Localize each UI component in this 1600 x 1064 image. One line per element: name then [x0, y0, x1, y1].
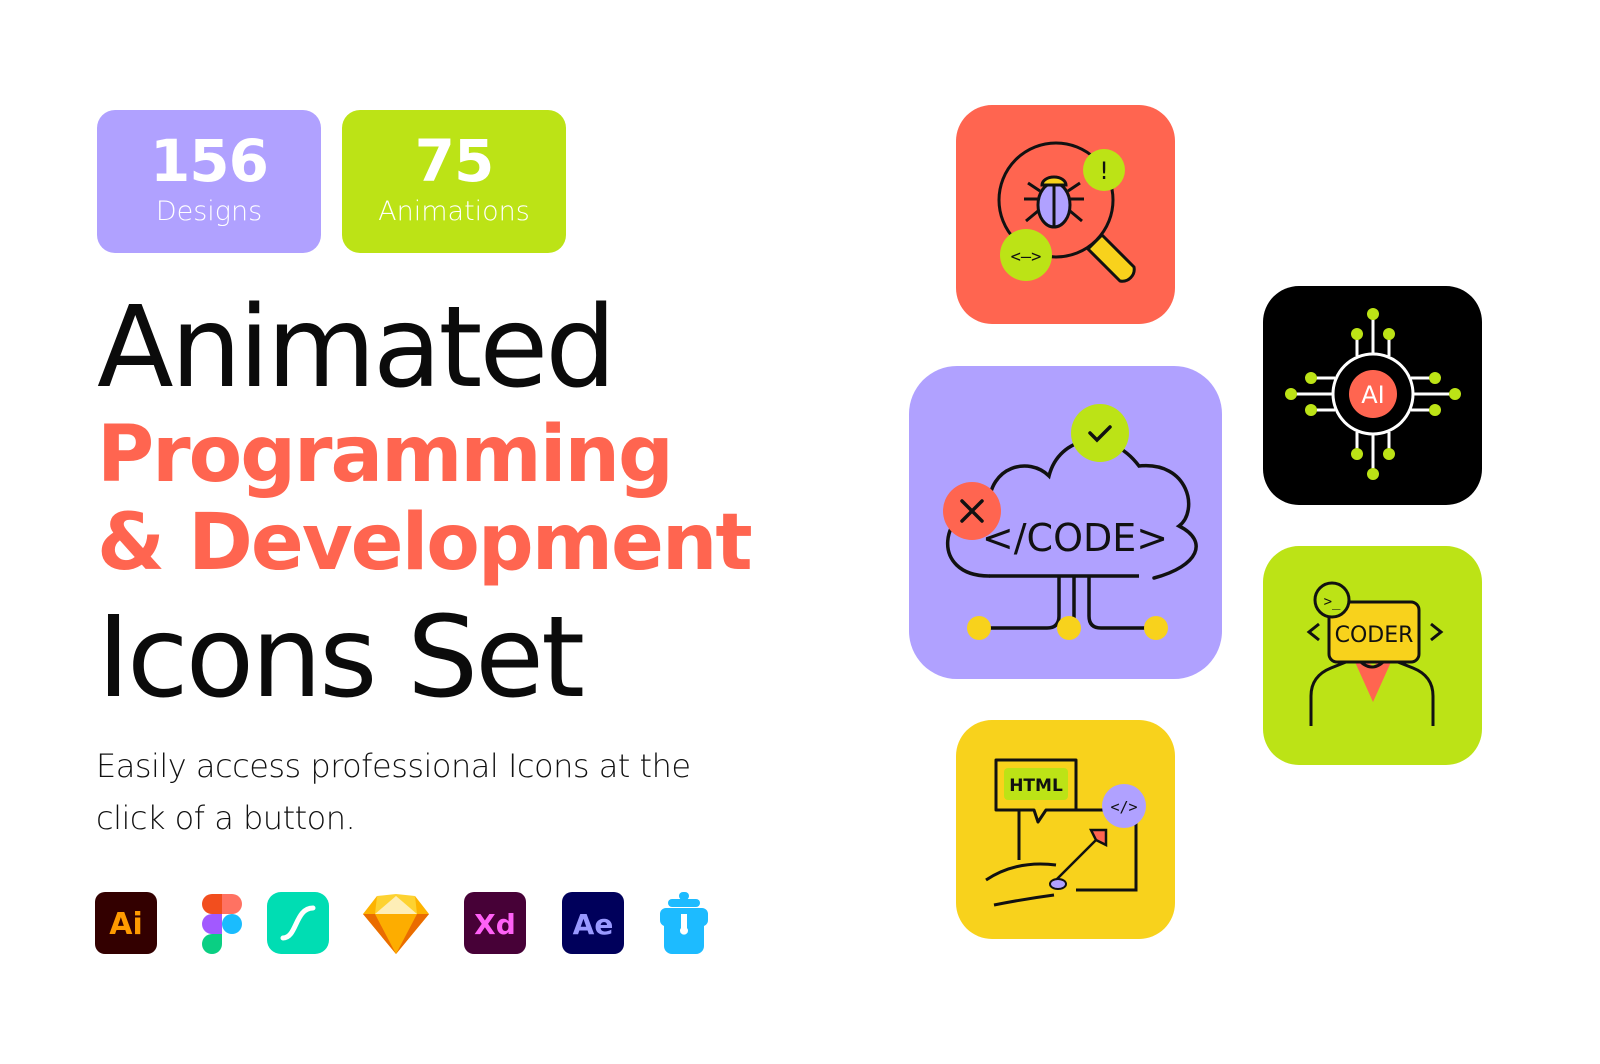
stat-animations-value: 75 — [414, 127, 495, 195]
tile-coder: CODER >_ — [1263, 546, 1482, 765]
stat-designs-badge: 156 Designs — [97, 110, 321, 253]
html-tool-icon: HTML </> — [985, 758, 1146, 907]
tile-html-tool: HTML </> — [956, 720, 1175, 939]
tile-cloud-code: </CODE> — [909, 366, 1222, 679]
headline-line-1: Animated — [97, 283, 616, 413]
illustrator-glyph: Ai — [109, 907, 143, 942]
stat-designs-value: 156 — [149, 127, 269, 195]
sketch-icon — [363, 892, 429, 954]
headline-line-2: Programming — [97, 410, 674, 500]
html-label: HTML — [1009, 776, 1063, 796]
figma-icon — [191, 892, 253, 954]
alert-badge-text: ! — [1099, 157, 1109, 185]
headline-line-4: Icons Set — [97, 593, 585, 723]
adobe-xd-icon: Xd — [464, 892, 526, 954]
prompt-label: >_ — [1324, 594, 1341, 610]
tile-ai-chip: AI — [1263, 286, 1482, 505]
headline-line-3: & Development — [97, 498, 753, 588]
ai-label: AI — [1361, 381, 1385, 409]
coder-icon: CODER >_ — [1306, 581, 1444, 726]
ae-glyph: Ae — [573, 908, 614, 941]
coder-label: CODER — [1335, 623, 1414, 648]
cloud-code-icon: </CODE> — [943, 404, 1198, 640]
code-badge-text: <–> — [1011, 247, 1042, 267]
after-effects-icon: Ae — [562, 892, 624, 954]
stat-designs-label: Designs — [155, 196, 263, 227]
code-label: </CODE> — [982, 516, 1168, 560]
lottiefiles-icon — [267, 892, 329, 954]
tile-bug-search: ! <–> — [956, 105, 1175, 324]
description-text: Easily access professional Icons at the … — [96, 747, 691, 837]
code-badge-label: </> — [1110, 798, 1137, 816]
illustrator-icon: Ai — [95, 892, 157, 954]
iconjar-icon — [658, 892, 720, 954]
stat-animations-label: Animations — [378, 196, 530, 227]
bug-search-icon: ! <–> — [997, 141, 1136, 283]
ai-chip-icon: AI — [1285, 308, 1461, 480]
stat-animations-badge: 75 Animations — [342, 110, 566, 253]
xd-glyph: Xd — [474, 908, 516, 941]
